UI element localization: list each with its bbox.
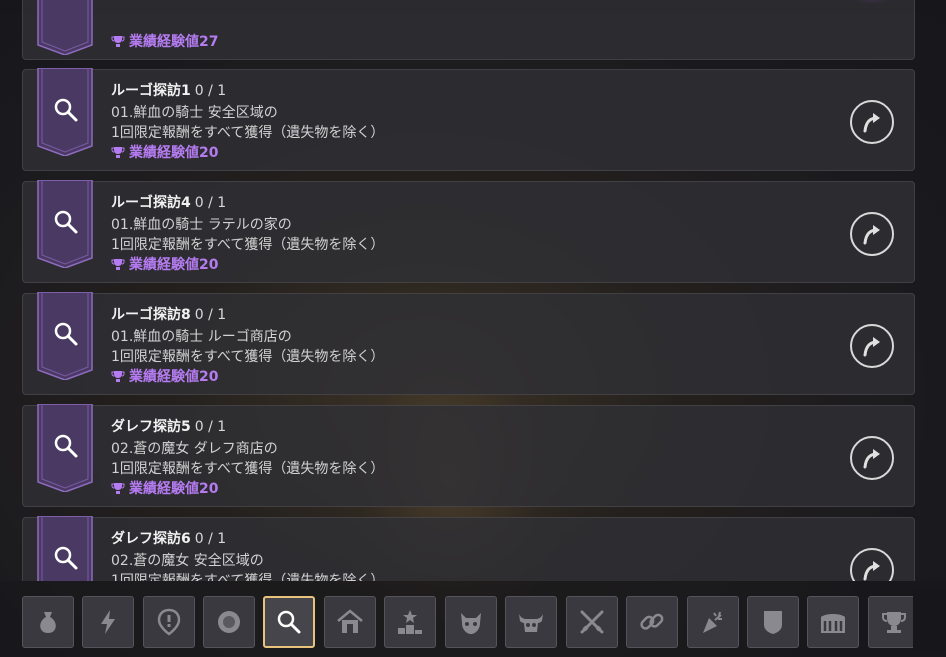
tab-lightning[interactable]	[82, 596, 134, 648]
colosseum-icon	[821, 614, 845, 633]
arrow-curve-icon	[863, 561, 880, 581]
trophy-icon	[111, 145, 125, 159]
xp-reward: 業績経験値20	[111, 144, 218, 162]
achievement-card: ルーゴ探訪4 0 / 1 01.鮮血の騎士 ラテルの家の 1回限定報酬をすべて獲得（…	[22, 180, 915, 283]
tab-bar-edge-fade	[913, 590, 946, 650]
arrow-curve-icon	[863, 113, 880, 133]
trophy-icon	[111, 369, 125, 383]
quest-desc-line2: 1回限定報酬をすべて獲得（遺失物を除く）	[111, 573, 385, 581]
quest-description: 02.蒼の魔女 安全区域の 1回限定報酬をすべて獲得（遺失物を除く）	[111, 551, 384, 581]
trophy-icon	[111, 481, 125, 495]
tab-bull[interactable]	[505, 596, 557, 648]
quest-title: ルーゴ探訪8	[111, 307, 191, 323]
tab-house[interactable]	[324, 596, 376, 648]
quest-title-line: ダレフ探訪6 0 / 1	[111, 530, 226, 548]
xp-label: 業績経験値20	[129, 481, 219, 497]
lion-crest-icon	[218, 611, 240, 633]
tab-party[interactable]	[687, 596, 739, 648]
chain-link-icon	[640, 613, 664, 630]
quest-progress: 0 / 1	[194, 307, 227, 323]
quest-desc-line1: 02.蒼の魔女 ダレフ商店の	[111, 441, 278, 457]
tab-chain[interactable]	[626, 596, 678, 648]
quest-title-line: ダレフ探訪5 0 / 1	[111, 418, 226, 436]
quest-desc-line1: 01.鮮血の騎士 安全区域の	[111, 105, 278, 121]
quest-banner	[37, 68, 93, 156]
quest-progress: 0 / 1	[194, 83, 227, 99]
quest-description: 01.鮮血の騎士 安全区域の 1回限定報酬をすべて獲得（遺失物を除く）	[111, 103, 384, 143]
quest-title: ルーゴ探訪1	[111, 83, 191, 99]
quest-description: 01.鮮血の騎士 ルーゴ商店の 1回限定報酬をすべて獲得（遺失物を除く）	[111, 327, 384, 367]
xp-reward: 業績経験値20	[111, 368, 218, 386]
quest-description: 02.蒼の魔女 ダレフ商店の 1回限定報酬をすべて獲得（遺失物を除く）	[111, 439, 384, 479]
quest-banner	[37, 404, 93, 492]
quest-desc-line2: 1回限定報酬をすべて獲得（遺失物を除く）	[111, 237, 385, 253]
arrow-curve-icon	[863, 449, 880, 469]
arrow-curve-icon	[863, 225, 880, 245]
quest-desc-line2: 1回限定報酬をすべて獲得（遺失物を除く）	[111, 349, 385, 365]
navigate-button[interactable]	[850, 548, 894, 581]
achievement-card-partial: 業績経験値27	[22, 0, 915, 60]
arrow-curve-icon	[863, 337, 880, 357]
tab-podium[interactable]	[384, 596, 436, 648]
navigate-button[interactable]	[850, 436, 894, 480]
tab-shield-banner[interactable]	[747, 596, 799, 648]
map-pin-alert-icon	[157, 608, 181, 636]
achievement-list[interactable]: 業績経験値27 ルーゴ探訪1 0 / 1 01.鮮血の騎士 安全区域の 1回限定報酬…	[22, 0, 915, 581]
quest-desc-line2: 1回限定報酬をすべて獲得（遺失物を除く）	[111, 461, 385, 477]
magnifier-icon	[277, 610, 301, 634]
trophy-icon	[111, 257, 125, 271]
achievement-card: ダレフ探訪5 0 / 1 02.蒼の魔女 ダレフ商店の 1回限定報酬をすべて獲得（遺…	[22, 404, 915, 507]
lightning-icon	[101, 610, 115, 634]
tab-search[interactable]	[263, 596, 315, 648]
quest-title-line: ルーゴ探訪8 0 / 1	[111, 306, 226, 324]
tab-money-bag[interactable]	[22, 596, 74, 648]
house-icon	[337, 609, 363, 633]
quest-progress: 0 / 1	[194, 419, 227, 435]
quest-title: ダレフ探訪5	[111, 419, 191, 435]
quest-title: ダレフ探訪6	[111, 531, 191, 547]
party-popper-icon	[703, 611, 722, 633]
money-bag-icon	[40, 612, 56, 633]
tab-colosseum[interactable]	[807, 596, 859, 648]
quest-title-line: ルーゴ探訪4 0 / 1	[111, 194, 226, 212]
navigate-button[interactable]	[850, 324, 894, 368]
xp-reward: 業績経験値20	[111, 480, 218, 498]
xp-label: 業績経験値27	[129, 34, 219, 50]
crossed-swords-icon	[580, 610, 604, 634]
xp-label: 業績経験値20	[129, 369, 219, 385]
xp-reward: 業績経験値20	[111, 256, 218, 274]
tab-swords[interactable]	[566, 596, 618, 648]
category-tab-bar	[0, 581, 946, 657]
trophy-icon	[111, 34, 125, 48]
achievement-card: ルーゴ探訪1 0 / 1 01.鮮血の騎士 安全区域の 1回限定報酬をすべて獲得（遺…	[22, 68, 915, 171]
xp-reward: 業績経験値27	[111, 33, 218, 51]
tab-demon[interactable]	[445, 596, 497, 648]
quest-desc-line1: 01.鮮血の騎士 ルーゴ商店の	[111, 329, 292, 345]
quest-progress: 0 / 1	[194, 195, 227, 211]
demon-mask-icon	[461, 613, 481, 634]
quest-banner	[37, 292, 93, 380]
achievement-card: ダレフ探訪6 0 / 1 02.蒼の魔女 安全区域の 1回限定報酬をすべて獲得（遺失…	[22, 516, 915, 581]
quest-desc-line2: 1回限定報酬をすべて獲得（遺失物を除く）	[111, 125, 385, 141]
tab-lion-crest[interactable]	[203, 596, 255, 648]
quest-banner	[37, 0, 93, 55]
quest-desc-line1: 01.鮮血の騎士 ラテルの家の	[111, 217, 292, 233]
quest-title-line: ルーゴ探訪1 0 / 1	[111, 82, 226, 100]
tab-map-pin-alert[interactable]	[143, 596, 195, 648]
navigate-button[interactable]	[850, 212, 894, 256]
achievement-card: ルーゴ探訪8 0 / 1 01.鮮血の騎士 ルーゴ商店の 1回限定報酬をすべて獲得（…	[22, 292, 915, 395]
trophy-cup-icon	[882, 612, 906, 633]
xp-label: 業績経験値20	[129, 145, 219, 161]
shield-banner-icon	[764, 611, 782, 634]
bull-skull-icon	[519, 614, 543, 632]
quest-progress: 0 / 1	[194, 531, 227, 547]
quest-banner	[37, 180, 93, 268]
quest-banner	[37, 516, 93, 581]
quest-title: ルーゴ探訪4	[111, 195, 191, 211]
xp-label: 業績経験値20	[129, 257, 219, 273]
navigate-button[interactable]	[850, 100, 894, 144]
podium-star-icon	[398, 610, 422, 634]
quest-description: 01.鮮血の騎士 ラテルの家の 1回限定報酬をすべて獲得（遺失物を除く）	[111, 215, 384, 255]
quest-desc-line1: 02.蒼の魔女 安全区域の	[111, 553, 264, 569]
